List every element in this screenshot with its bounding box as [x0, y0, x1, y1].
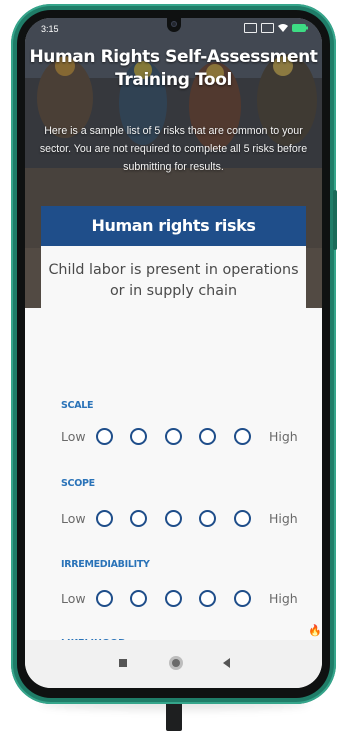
- scope-option-4[interactable]: [199, 510, 216, 527]
- sim-icon: [261, 23, 274, 33]
- rating-row-irremediability: Low High: [61, 588, 301, 610]
- rating-low-label: Low: [61, 429, 86, 444]
- front-camera: [167, 18, 181, 32]
- scale-option-2[interactable]: [130, 428, 147, 445]
- scale-option-4[interactable]: [199, 428, 216, 445]
- home-button[interactable]: [169, 656, 183, 670]
- flame-icon[interactable]: 🔥: [308, 624, 322, 638]
- wifi-icon: [278, 24, 288, 32]
- scope-option-2[interactable]: [130, 510, 147, 527]
- side-button: [333, 190, 337, 250]
- scale-option-3[interactable]: [165, 428, 182, 445]
- rating-row-scope: Low High: [61, 508, 301, 530]
- status-icons: [244, 23, 308, 33]
- criterion-label-scope: SCOPE: [61, 478, 95, 489]
- irremediability-option-5[interactable]: [234, 590, 251, 607]
- criterion-label-irremediability: IRREMEDIABILITY: [61, 559, 150, 570]
- rating-row-scale: Low High: [61, 426, 301, 448]
- irremediability-option-3[interactable]: [165, 590, 182, 607]
- rating-high-label: High: [269, 591, 298, 606]
- scale-option-1[interactable]: [96, 428, 113, 445]
- intro-text: Here is a sample list of 5 risks that ar…: [39, 125, 308, 173]
- back-button[interactable]: [223, 658, 230, 668]
- vpn-icon: [244, 23, 257, 33]
- phone-screen: 3:15 Human Rights Self-Assessment Traini…: [25, 18, 322, 688]
- scope-option-3[interactable]: [165, 510, 182, 527]
- status-time: 3:15: [41, 24, 59, 34]
- irremediability-option-1[interactable]: [96, 590, 113, 607]
- battery-icon: [292, 24, 308, 32]
- rating-high-label: High: [269, 511, 298, 526]
- status-bar: 3:15: [25, 18, 322, 40]
- rating-low-label: Low: [61, 511, 86, 526]
- irremediability-option-2[interactable]: [130, 590, 147, 607]
- scope-option-5[interactable]: [234, 510, 251, 527]
- page-title: Human Rights Self-Assessment Training To…: [29, 47, 318, 90]
- recent-apps-button[interactable]: [119, 659, 127, 667]
- criterion-label-scale: SCALE: [61, 400, 94, 411]
- rating-low-label: Low: [61, 591, 86, 606]
- risk-statement: Child labor is present in operations or …: [48, 262, 299, 299]
- scale-option-5[interactable]: [234, 428, 251, 445]
- irremediability-option-4[interactable]: [199, 590, 216, 607]
- risks-card-header: Human rights risks: [41, 206, 306, 246]
- scope-option-1[interactable]: [96, 510, 113, 527]
- rating-high-label: High: [269, 429, 298, 444]
- android-nav-bar: [25, 640, 322, 688]
